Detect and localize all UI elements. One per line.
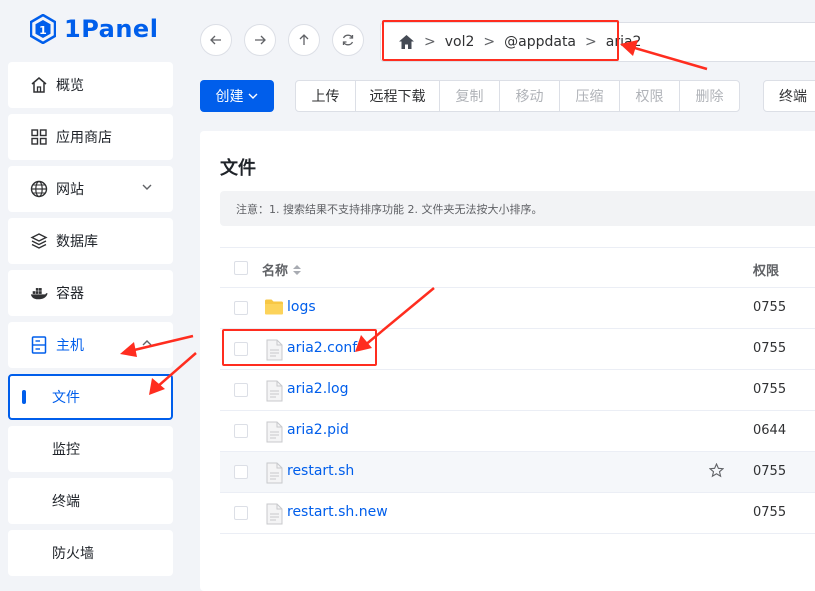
create-button[interactable]: 创建 xyxy=(200,80,274,112)
sidebar: 1 1Panel 概览 应用商店 网站 数据库 容器 主机 文件 监控 终端 防… xyxy=(0,0,182,578)
folder-icon xyxy=(264,298,284,318)
star-icon[interactable] xyxy=(709,463,724,478)
table-row[interactable]: logs 0755 xyxy=(220,288,815,329)
file-permission: 0755 xyxy=(753,382,787,397)
active-indicator xyxy=(22,390,26,404)
back-button[interactable] xyxy=(200,24,232,56)
up-button[interactable] xyxy=(288,24,320,56)
table-row[interactable]: aria2.pid 0644 xyxy=(220,411,815,452)
sidebar-subitem-terminal[interactable]: 终端 xyxy=(8,478,173,524)
file-permission: 0755 xyxy=(753,505,787,520)
file-name-link[interactable]: logs xyxy=(287,299,316,315)
table-row[interactable]: aria2.log 0755 xyxy=(220,370,815,411)
sidebar-subitem-firewall[interactable]: 防火墙 xyxy=(8,530,173,576)
row-checkbox[interactable] xyxy=(234,424,248,438)
home-icon xyxy=(30,76,48,94)
sidebar-item-database[interactable]: 数据库 xyxy=(8,218,173,264)
file-icon xyxy=(264,503,284,525)
file-icon xyxy=(264,380,284,402)
page-title: 文件 xyxy=(220,158,256,179)
database-icon xyxy=(30,232,48,250)
sidebar-item-label: 概览 xyxy=(56,78,84,94)
file-icon xyxy=(264,462,284,484)
server-icon xyxy=(30,336,48,354)
annotation-box-path xyxy=(382,20,619,61)
logo[interactable]: 1 1Panel xyxy=(30,12,158,46)
file-permission: 0644 xyxy=(753,423,787,438)
docker-icon xyxy=(30,284,48,302)
column-header-name[interactable]: 名称 xyxy=(262,260,302,279)
annotation-box-file xyxy=(222,329,377,366)
sidebar-item-label: 应用商店 xyxy=(56,130,112,146)
sidebar-item-label: 防火墙 xyxy=(52,546,94,562)
sidebar-item-overview[interactable]: 概览 xyxy=(8,62,173,108)
terminal-button[interactable]: 终端 xyxy=(763,80,815,112)
logo-text: 1Panel xyxy=(64,15,159,43)
globe-icon xyxy=(30,180,48,198)
sidebar-item-label: 网站 xyxy=(56,182,84,198)
grid-icon xyxy=(30,128,48,146)
sidebar-item-container[interactable]: 容器 xyxy=(8,270,173,316)
chevron-up-icon xyxy=(141,337,153,349)
sidebar-item-label: 主机 xyxy=(56,338,84,354)
table-row[interactable]: restart.sh 0755 xyxy=(220,452,815,493)
notice-banner: 注意：1. 搜索结果不支持排序功能 2. 文件夹无法按大小排序。 xyxy=(220,191,815,226)
sidebar-item-label: 监控 xyxy=(52,442,80,458)
column-label: 名称 xyxy=(262,264,289,279)
copy-button[interactable]: 复制 xyxy=(439,80,500,112)
create-label: 创建 xyxy=(215,89,244,105)
upload-button[interactable]: 上传 xyxy=(295,80,356,112)
row-checkbox[interactable] xyxy=(234,465,248,479)
file-permission: 0755 xyxy=(753,464,787,479)
sidebar-item-host[interactable]: 主机 xyxy=(8,322,173,368)
delete-button[interactable]: 删除 xyxy=(679,80,740,112)
file-name-link[interactable]: aria2.log xyxy=(287,381,349,397)
file-permission: 0755 xyxy=(753,341,787,356)
file-actions-group: 上传 远程下载 复制 移动 压缩 权限 删除 xyxy=(295,80,740,112)
sort-icon xyxy=(293,264,302,275)
sidebar-item-appstore[interactable]: 应用商店 xyxy=(8,114,173,160)
chevron-down-icon xyxy=(248,93,257,99)
column-header-permission: 权限 xyxy=(753,264,780,279)
sidebar-item-label: 终端 xyxy=(52,494,80,510)
sidebar-item-label: 容器 xyxy=(56,286,84,302)
table-header: 名称 权限 xyxy=(220,247,815,288)
refresh-button[interactable] xyxy=(332,24,364,56)
file-icon xyxy=(264,421,284,443)
logo-icon: 1 xyxy=(30,14,56,44)
sidebar-subitem-files[interactable]: 文件 xyxy=(8,374,173,420)
sidebar-subitem-monitor[interactable]: 监控 xyxy=(8,426,173,472)
remote-download-button[interactable]: 远程下载 xyxy=(355,80,440,112)
file-name-link[interactable]: aria2.pid xyxy=(287,422,349,438)
forward-button[interactable] xyxy=(244,24,276,56)
sidebar-item-website[interactable]: 网站 xyxy=(8,166,173,212)
select-all-checkbox[interactable] xyxy=(234,261,248,275)
sidebar-item-label: 数据库 xyxy=(56,234,98,250)
row-checkbox[interactable] xyxy=(234,506,248,520)
svg-text:1: 1 xyxy=(39,24,47,37)
row-checkbox[interactable] xyxy=(234,383,248,397)
refresh-icon xyxy=(342,34,354,46)
compress-button[interactable]: 压缩 xyxy=(559,80,620,112)
file-permission: 0755 xyxy=(753,300,787,315)
table-row[interactable]: restart.sh.new 0755 xyxy=(220,493,815,534)
chevron-down-icon xyxy=(141,181,153,193)
sidebar-item-label: 文件 xyxy=(52,390,80,406)
arrow-right-icon xyxy=(255,35,266,45)
file-name-link[interactable]: restart.sh.new xyxy=(287,504,388,520)
move-button[interactable]: 移动 xyxy=(499,80,560,112)
permission-button[interactable]: 权限 xyxy=(619,80,680,112)
arrow-left-icon xyxy=(210,35,221,45)
file-name-link[interactable]: restart.sh xyxy=(287,463,354,479)
row-checkbox[interactable] xyxy=(234,301,248,315)
arrow-up-icon xyxy=(299,34,309,45)
